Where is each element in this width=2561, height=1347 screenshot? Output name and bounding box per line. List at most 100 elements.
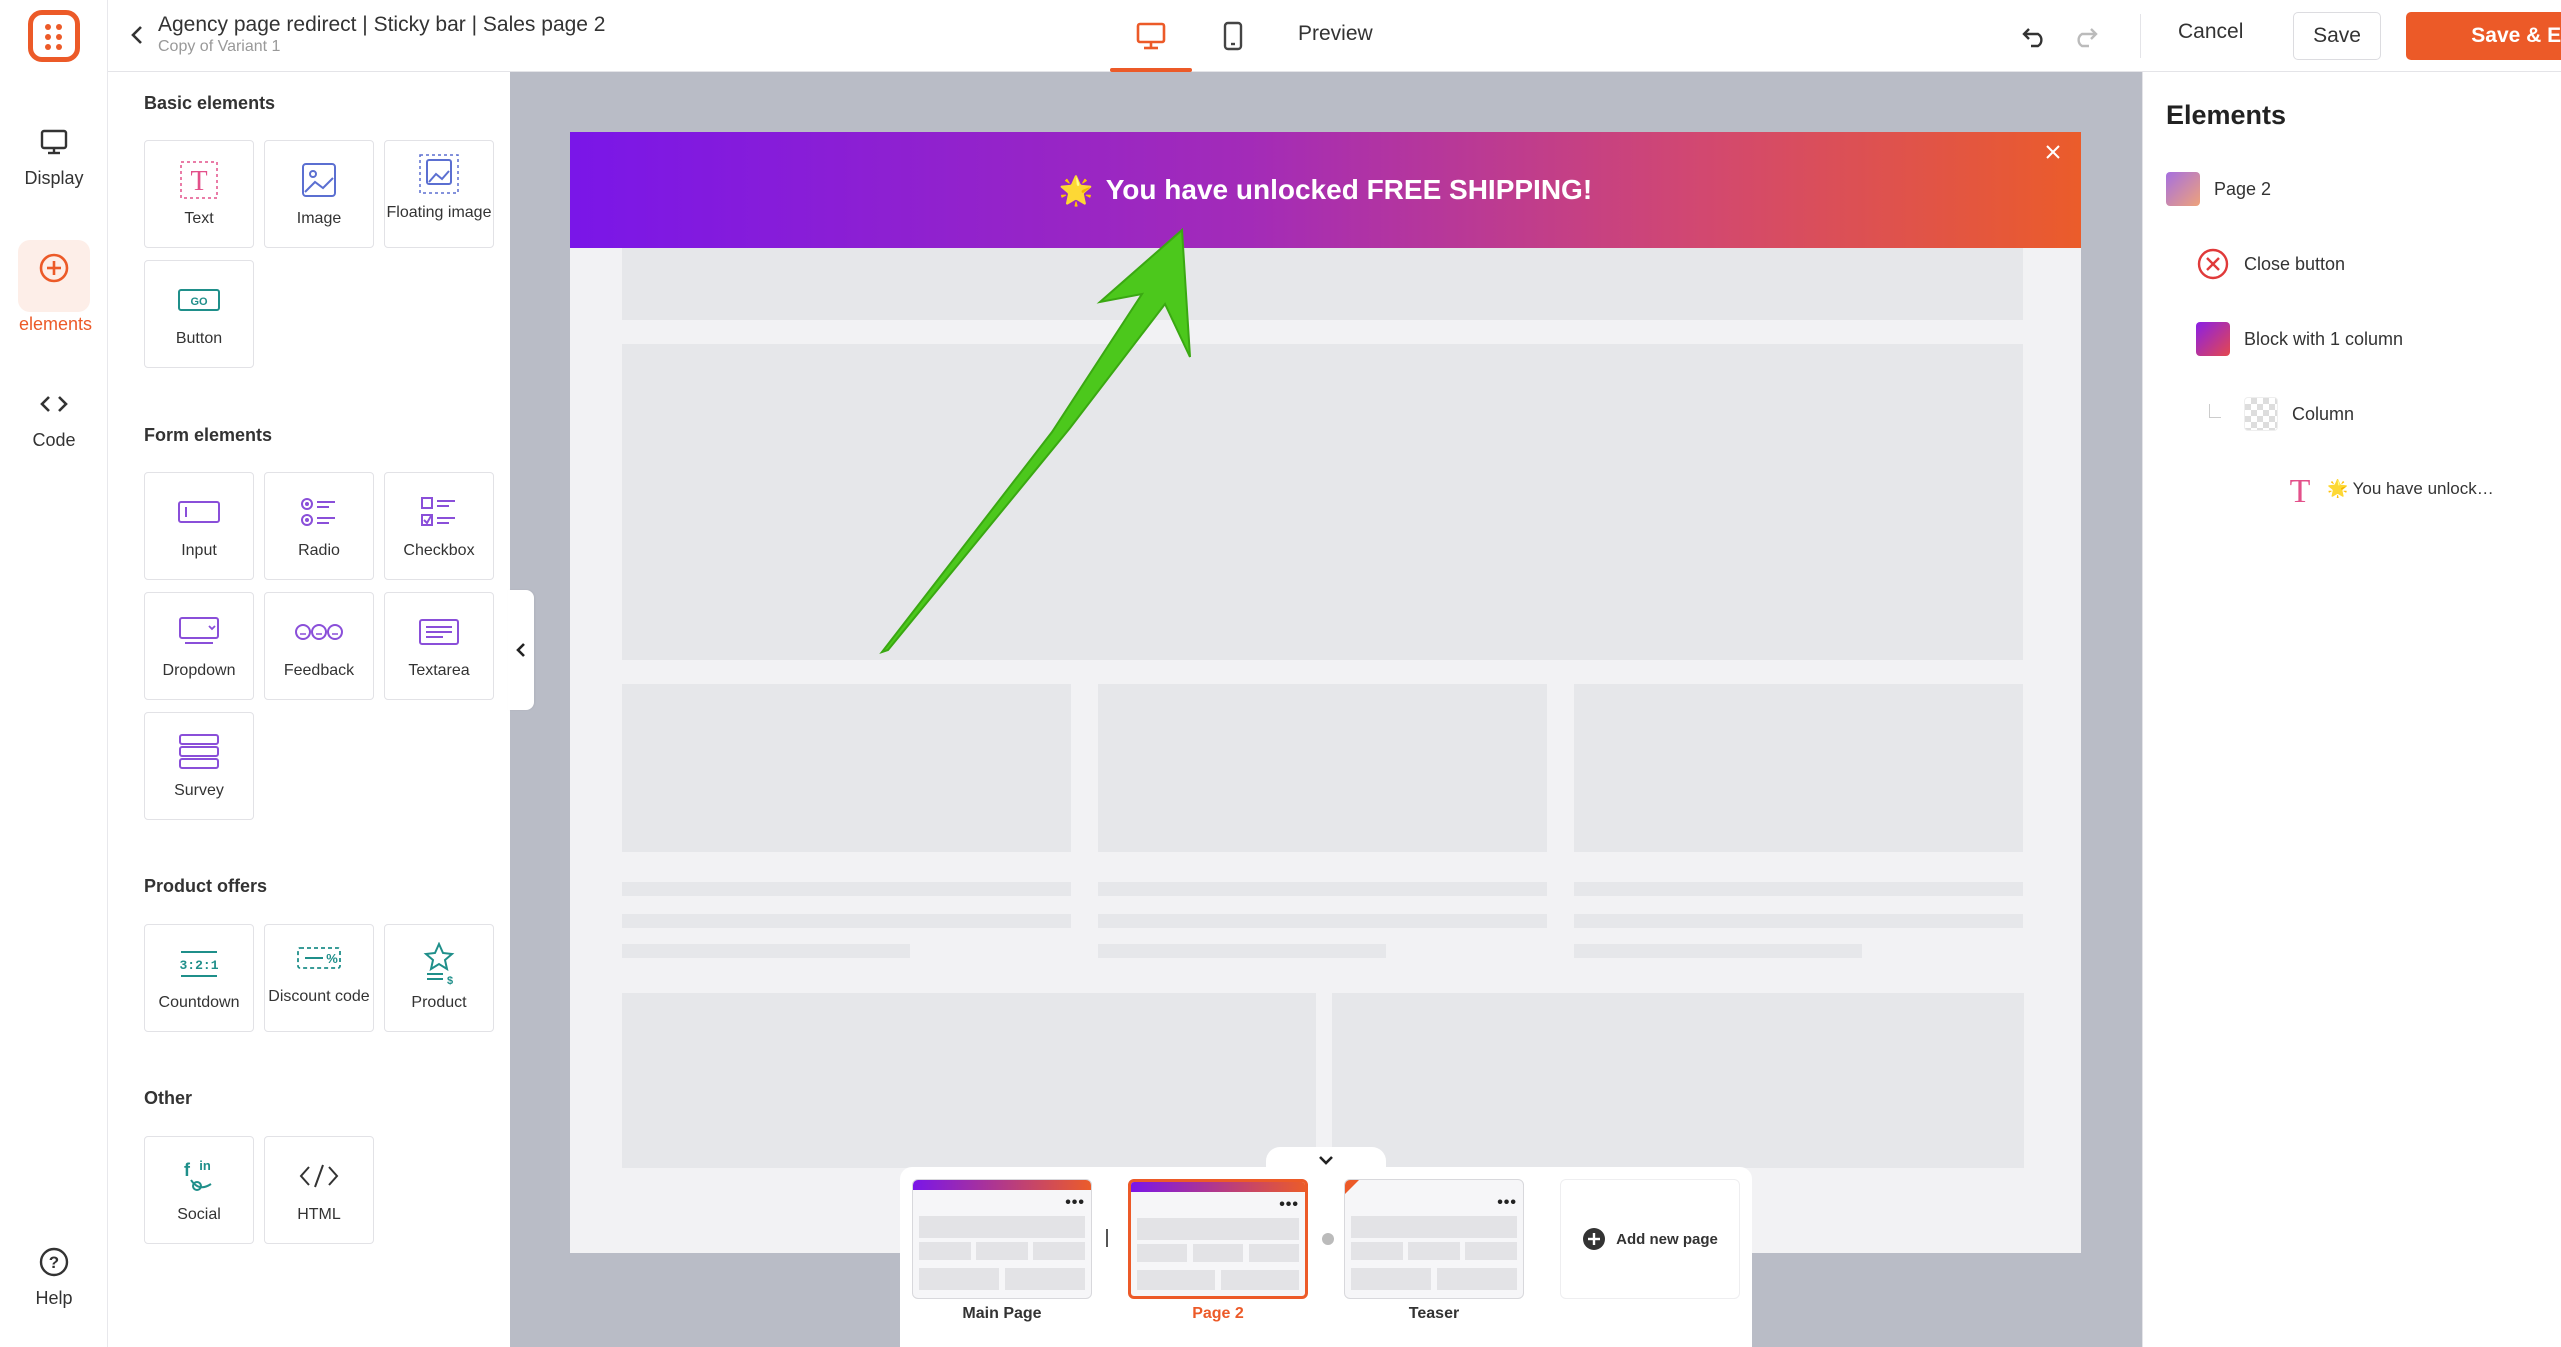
tile-checkbox[interactable]: Checkbox	[384, 472, 494, 580]
radio-icon	[301, 498, 335, 526]
tile-text[interactable]: T Text	[144, 140, 254, 248]
tile-feedback[interactable]: Feedback	[264, 592, 374, 700]
chevron-left-icon	[516, 643, 525, 657]
chevron-down-icon	[1319, 1156, 1333, 1165]
more-dots-icon[interactable]: •••	[1497, 1194, 1517, 1212]
undo-button[interactable]	[2018, 20, 2052, 52]
discount-code-icon: %	[297, 947, 341, 969]
rail-display[interactable]: Display	[0, 122, 108, 188]
mock-line	[1574, 882, 2023, 896]
header-divider	[2140, 14, 2141, 58]
tile-floating-image-label: Floating image	[386, 204, 492, 221]
help-icon: ?	[39, 1247, 69, 1277]
save-button[interactable]: Save	[2293, 12, 2381, 60]
tile-text-label: Text	[184, 210, 214, 227]
tree-item-block[interactable]: Block with 1 column	[2196, 322, 2403, 356]
top-header: Agency page redirect | Sticky bar | Sale…	[108, 0, 2561, 72]
preview-button[interactable]: Preview	[1298, 22, 1373, 46]
mock-line	[1098, 944, 1386, 958]
tile-image[interactable]: Image	[264, 140, 374, 248]
tile-button-label: Button	[175, 330, 223, 347]
column-transparent-icon	[2244, 397, 2278, 431]
product-icon: $	[423, 942, 455, 986]
more-dots-icon[interactable]: •••	[1065, 1194, 1085, 1212]
tile-survey[interactable]: Survey	[144, 712, 254, 820]
mock-block	[622, 993, 1316, 1168]
page-thumb-teaser[interactable]: •••	[1344, 1179, 1524, 1299]
tree-item-column-label: Column	[2292, 403, 2355, 424]
tree-item-close-button-label: Close button	[2244, 253, 2346, 274]
rail-display-label: Display	[24, 168, 84, 188]
tile-floating-image[interactable]: Floating image	[384, 140, 494, 248]
tree-item-text[interactable]: T 🌟 You have unlock…	[2283, 472, 2494, 506]
back-button[interactable]	[122, 18, 152, 52]
redo-icon	[2077, 28, 2098, 48]
more-dots-icon[interactable]: •••	[1279, 1196, 1299, 1214]
elements-panel-title: Elements	[2166, 100, 2287, 130]
tree-item-column[interactable]: Column	[2244, 397, 2354, 431]
mock-line	[622, 944, 910, 958]
page-thumb-page2-label: Page 2	[1192, 1305, 1244, 1322]
svg-text:in: in	[199, 1158, 211, 1173]
add-new-page-button[interactable]: Add new page	[1560, 1179, 1740, 1299]
tile-product[interactable]: $ Product	[384, 924, 494, 1032]
tile-input-label: Input	[181, 542, 217, 559]
undo-icon	[2022, 28, 2043, 48]
cancel-button[interactable]: Cancel	[2178, 20, 2243, 44]
tree-item-page-label: Page 2	[2214, 178, 2272, 199]
tree-item-close-button[interactable]: Close button	[2196, 247, 2345, 281]
rail-code-label: Code	[32, 430, 76, 450]
tile-discount-code[interactable]: % Discount code	[264, 924, 374, 1032]
mobile-view-button[interactable]	[1192, 0, 1274, 72]
tile-dropdown-label: Dropdown	[162, 662, 236, 679]
button-icon: GO	[178, 289, 220, 311]
svg-text:T: T	[190, 166, 207, 197]
tile-social-label: Social	[177, 1206, 221, 1223]
page-thumb-main[interactable]: •••	[912, 1179, 1092, 1299]
svg-text:?: ?	[49, 1253, 59, 1272]
tile-input[interactable]: Input	[144, 472, 254, 580]
tile-radio[interactable]: Radio	[264, 472, 374, 580]
tile-button[interactable]: GO Button	[144, 260, 254, 368]
collapse-panel-button[interactable]	[508, 590, 534, 710]
tile-countdown[interactable]: 3:2:1 Countdown	[144, 924, 254, 1032]
floating-image-icon	[419, 154, 459, 194]
svg-text:T: T	[2290, 473, 2311, 506]
mock-block	[1332, 993, 2024, 1168]
rail-help-label: Help	[35, 1288, 73, 1308]
app-logo[interactable]	[28, 10, 80, 62]
tile-html[interactable]: HTML	[264, 1136, 374, 1244]
monitor-icon	[40, 129, 68, 155]
left-rail: Display Add elements Code ? Help	[0, 0, 108, 1347]
tile-dropdown[interactable]: Dropdown	[144, 592, 254, 700]
rail-help[interactable]: ? Help	[0, 1242, 108, 1308]
rail-add-elements[interactable]: Add elements	[0, 240, 108, 334]
image-icon	[302, 163, 336, 197]
svg-text:%: %	[326, 951, 338, 966]
desktop-view-button[interactable]	[1110, 0, 1192, 72]
page-thumb-teaser-label: Teaser	[1408, 1305, 1460, 1322]
redo-button[interactable]	[2068, 20, 2102, 52]
svg-text:$: $	[447, 975, 453, 986]
tile-social[interactable]: f in Social	[144, 1136, 254, 1244]
product-offers-title: Product offers	[144, 876, 268, 896]
textarea-icon	[419, 619, 459, 645]
tile-textarea[interactable]: Textarea	[384, 592, 494, 700]
button-icon-text: GO	[190, 296, 208, 308]
social-icon: f in	[184, 1158, 212, 1191]
plus-circle-icon	[1583, 1228, 1606, 1250]
other-title: Other	[144, 1088, 193, 1108]
tile-textarea-label: Textarea	[408, 662, 470, 679]
tile-radio-label: Radio	[298, 542, 340, 559]
tree-item-block-label: Block with 1 column	[2244, 328, 2404, 349]
rail-code[interactable]: Code	[0, 384, 108, 450]
page-thumb-page2[interactable]: •••	[1128, 1179, 1308, 1299]
tile-checkbox-label: Checkbox	[403, 542, 475, 559]
tree-item-page[interactable]: Page 2	[2166, 172, 2271, 206]
tile-discount-code-label: Discount code	[268, 988, 370, 1005]
html-icon	[299, 1164, 339, 1188]
form-elements-title: Form elements	[144, 425, 273, 445]
dropdown-icon	[179, 617, 219, 644]
save-and-exit-button[interactable]: Save & Exit	[2406, 12, 2561, 60]
mobile-icon	[1223, 21, 1243, 51]
